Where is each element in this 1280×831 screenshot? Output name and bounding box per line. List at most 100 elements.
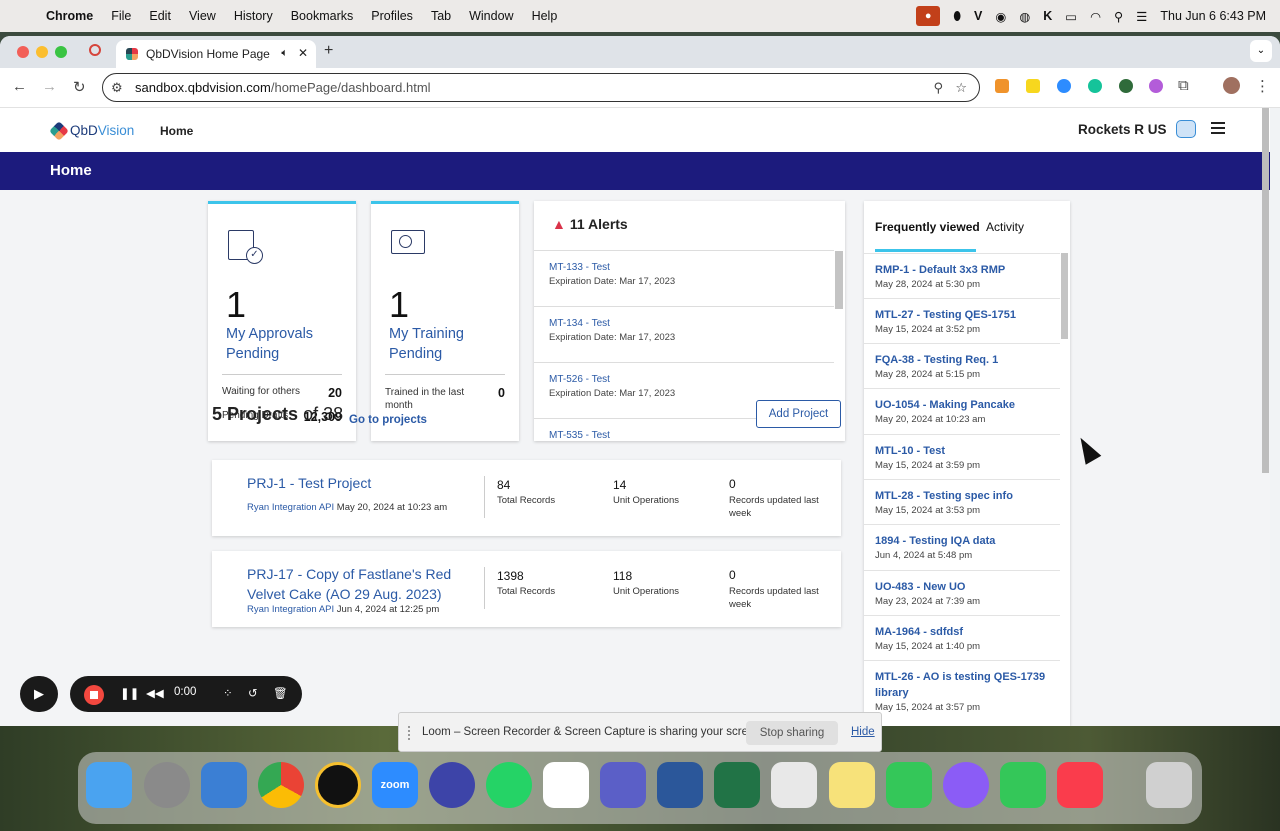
project-card[interactable]: PRJ-17 - Copy of Fastlane's Red Velvet C… xyxy=(212,551,841,627)
menu-view[interactable]: View xyxy=(189,9,216,23)
back-button[interactable]: ← xyxy=(12,78,27,95)
new-tab-button[interactable]: + xyxy=(324,42,333,60)
training-title[interactable]: My Training Pending xyxy=(389,324,509,364)
project-title[interactable]: PRJ-1 - Test Project xyxy=(247,473,467,493)
qbdvision-logo[interactable]: QbD Vision xyxy=(49,120,134,141)
notes-icon[interactable] xyxy=(829,762,875,808)
search-icon[interactable]: ⚲ xyxy=(1114,9,1123,24)
hamburger-menu-icon[interactable] xyxy=(1211,122,1225,134)
whatsapp-icon[interactable] xyxy=(486,762,532,808)
voice-icon[interactable] xyxy=(429,762,475,808)
menu-window[interactable]: Window xyxy=(469,9,513,23)
alert-item[interactable]: MT-133 - Test Expiration Date: Mar 17, 2… xyxy=(534,250,834,306)
list-item[interactable]: UO-483 - New UO May 23, 2024 at 7:39 am xyxy=(864,570,1060,616)
item-link[interactable]: MTL-28 - Testing spec info xyxy=(875,488,1049,504)
company-name[interactable]: Rockets R US xyxy=(1078,122,1167,137)
hide-link[interactable]: Hide xyxy=(851,726,875,738)
trash-icon[interactable] xyxy=(1146,762,1192,808)
launchpad-icon[interactable] xyxy=(771,762,817,808)
extension-status-icon[interactable]: ◉ xyxy=(995,9,1006,24)
menu-history[interactable]: History xyxy=(234,9,273,23)
go-to-projects-link[interactable]: Go to projects xyxy=(349,414,427,426)
control-center-icon[interactable]: ☰ xyxy=(1136,9,1147,24)
menu-app-name[interactable]: Chrome xyxy=(46,9,93,23)
item-link[interactable]: MA-1964 - sdfdsf xyxy=(875,624,1049,640)
project-title[interactable]: PRJ-17 - Copy of Fastlane's Red Velvet C… xyxy=(247,564,467,604)
tab-qbdvision-home[interactable]: QbDVision Home Page 🔈︎ ✕ xyxy=(116,40,316,68)
alert-link[interactable]: MT-134 - Test xyxy=(549,318,610,329)
slack-icon[interactable] xyxy=(543,762,589,808)
settings-icon[interactable] xyxy=(144,762,190,808)
drag-handle-icon[interactable]: ⁘ xyxy=(223,686,233,700)
project-user[interactable]: Ryan Integration API xyxy=(247,502,334,513)
alert-link[interactable]: MT-526 - Test xyxy=(549,374,610,385)
trash-icon[interactable]: 🗑︎ xyxy=(273,686,288,700)
site-info-icon[interactable]: ⚙ xyxy=(111,80,123,96)
nav-home-link[interactable]: Home xyxy=(160,124,193,138)
trained-row[interactable]: Trained in the last month 0 xyxy=(385,386,505,412)
item-link[interactable]: MTL-26 - AO is testing QES-1739 library xyxy=(875,669,1049,701)
list-item[interactable]: MTL-28 - Testing spec info May 15, 2024 a… xyxy=(864,479,1060,525)
camera-icon[interactable]: ▶ xyxy=(20,676,58,712)
list-item[interactable]: 1894 - Testing IQA data Jun 4, 2024 at 5:… xyxy=(864,524,1060,570)
menu-edit[interactable]: Edit xyxy=(149,9,171,23)
clock[interactable]: Thu Jun 6 6:43 PM xyxy=(1160,9,1266,23)
close-tab-icon[interactable]: ✕ xyxy=(298,46,308,60)
battery-icon[interactable]: ▭ xyxy=(1065,9,1077,24)
restart-icon[interactable]: ↺ xyxy=(248,686,258,700)
forward-button[interactable]: → xyxy=(42,78,57,95)
minimize-window-button[interactable] xyxy=(36,46,48,58)
item-link[interactable]: UO-483 - New UO xyxy=(875,579,1049,595)
wifi-icon[interactable]: ◠ xyxy=(1090,9,1101,24)
grammarly-icon[interactable] xyxy=(1088,79,1102,93)
item-link[interactable]: 1894 - Testing IQA data xyxy=(875,533,1049,549)
recording-tab-icon[interactable] xyxy=(89,44,101,56)
pause-icon[interactable]: ❚❚ xyxy=(120,686,139,700)
list-item[interactable]: MTL-27 - Testing QES-1751 May 15, 2024 at… xyxy=(864,298,1060,344)
list-item[interactable]: MA-1964 - sdfdsf May 15, 2024 at 1:40 pm xyxy=(864,615,1060,661)
menu-tab[interactable]: Tab xyxy=(431,9,451,23)
alert-link[interactable]: MT-133 - Test xyxy=(549,262,610,273)
messages-icon[interactable] xyxy=(886,762,932,808)
music-icon[interactable] xyxy=(1057,762,1103,808)
list-item[interactable]: MTL-26 - AO is testing QES-1739 library M… xyxy=(864,660,1060,726)
list-item[interactable]: UO-1054 - Making Pancake May 20, 2024 at … xyxy=(864,388,1060,434)
waiting-for-others-row[interactable]: Waiting for others 20 xyxy=(222,386,342,400)
project-user[interactable]: Ryan Integration API xyxy=(247,604,334,615)
alerts-scrollbar[interactable] xyxy=(835,251,843,309)
page-scrollbar[interactable] xyxy=(1262,108,1269,473)
address-bar[interactable]: ⚙ sandbox.qbdvision.com/homePage/dashboa… xyxy=(102,73,980,102)
keeper-status-icon[interactable]: K xyxy=(1043,9,1052,23)
approvals-title[interactable]: My Approvals Pending xyxy=(226,324,346,364)
vpn-icon[interactable]: V xyxy=(974,9,982,23)
frequently-viewed-scrollbar[interactable] xyxy=(1061,253,1068,339)
bookmark-star-icon[interactable]: ☆ xyxy=(955,80,967,96)
list-item[interactable]: FQA-38 - Testing Req. 1 May 28, 2024 at 5… xyxy=(864,343,1060,389)
item-link[interactable]: RMP-1 - Default 3x3 RMP xyxy=(875,262,1049,278)
browser-menu-icon[interactable]: ⋮ xyxy=(1255,77,1270,95)
menu-bookmarks[interactable]: Bookmarks xyxy=(291,9,354,23)
excel-icon[interactable] xyxy=(714,762,760,808)
finder-icon[interactable] xyxy=(86,762,132,808)
item-link[interactable]: MTL-10 - Test xyxy=(875,443,1049,459)
recording-mic-icon[interactable]: ● xyxy=(916,6,941,26)
tab-search-button[interactable]: ⌄ xyxy=(1250,40,1272,62)
mic-icon[interactable]: ⬮ xyxy=(953,9,961,24)
maximize-window-button[interactable] xyxy=(55,46,67,58)
menu-file[interactable]: File xyxy=(111,9,131,23)
extension-icon-6[interactable] xyxy=(1149,79,1163,93)
keeper-icon[interactable] xyxy=(315,762,361,808)
status-icon[interactable]: ◍ xyxy=(1019,9,1030,24)
training-card[interactable]: 1 My Training Pending Trained in the las… xyxy=(371,201,519,441)
speaker-icon[interactable]: 🔈︎ xyxy=(281,47,288,60)
extension-icon-2[interactable] xyxy=(1026,79,1040,93)
chrome-icon[interactable] xyxy=(258,762,304,808)
facetime-icon[interactable] xyxy=(1000,762,1046,808)
alert-item[interactable]: MT-134 - Test Expiration Date: Mar 17, 2… xyxy=(534,306,834,362)
item-link[interactable]: FQA-38 - Testing Req. 1 xyxy=(875,352,1049,368)
project-card[interactable]: PRJ-1 - Test Project Ryan Integration AP… xyxy=(212,460,841,536)
list-item[interactable]: RMP-1 - Default 3x3 RMP May 28, 2024 at 5… xyxy=(864,253,1060,299)
zoom-icon[interactable]: ⚲ xyxy=(933,80,943,96)
extension-icon-1[interactable] xyxy=(995,79,1009,93)
robot-assistant-icon[interactable] xyxy=(1176,120,1196,138)
